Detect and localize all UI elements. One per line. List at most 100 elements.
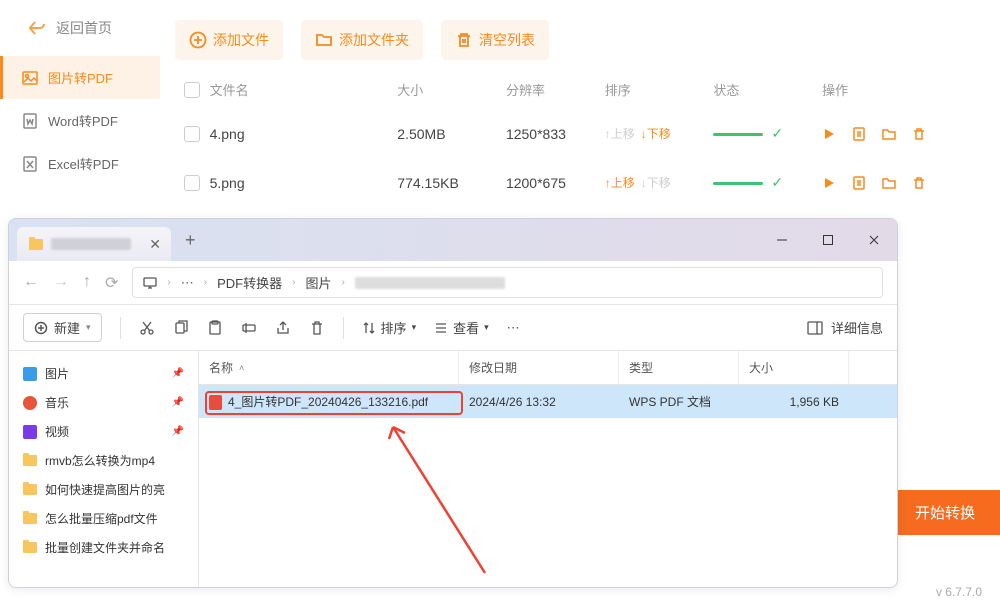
start-convert-button[interactable]: 开始转换 bbox=[890, 490, 1000, 535]
sidebar-folder[interactable]: rmvb怎么转换为mp4 bbox=[19, 446, 188, 475]
image-icon bbox=[22, 70, 38, 86]
col-ops: 操作 bbox=[822, 80, 990, 99]
folder-icon[interactable] bbox=[882, 127, 896, 141]
add-folder-button[interactable]: 添加文件夹 bbox=[301, 20, 423, 60]
row-checkbox[interactable] bbox=[184, 126, 200, 142]
breadcrumb-dots[interactable]: ⋯ bbox=[181, 275, 194, 291]
explorer-tab[interactable]: ✕ bbox=[17, 227, 171, 261]
play-icon[interactable] bbox=[822, 127, 836, 141]
sidebar-pictures[interactable]: 图片📌 bbox=[19, 359, 188, 388]
document-icon[interactable] bbox=[852, 176, 866, 190]
explorer-address-bar: ← → ↑ ⟳ › ⋯ › PDF转换器 › 图片 › bbox=[9, 261, 897, 305]
col-status: 状态 bbox=[713, 80, 822, 99]
pin-icon: 📌 bbox=[172, 397, 184, 408]
details-pane-icon[interactable] bbox=[807, 321, 823, 335]
nav-label: 图片转PDF bbox=[48, 68, 113, 87]
col-date[interactable]: 修改日期 bbox=[459, 351, 619, 384]
nav-back-icon[interactable]: ← bbox=[23, 273, 39, 293]
play-icon[interactable] bbox=[822, 176, 836, 190]
explorer-titlebar[interactable]: ✕ + bbox=[9, 219, 897, 261]
add-folder-label: 添加文件夹 bbox=[339, 30, 409, 50]
explorer-file-list: 名称˄ 修改日期 类型 大小 4_图片转PDF_20240426_133216.… bbox=[199, 351, 897, 587]
delete-icon[interactable] bbox=[912, 176, 926, 190]
folder-icon bbox=[29, 239, 43, 250]
breadcrumb-item[interactable]: 图片 bbox=[305, 273, 331, 292]
copy-icon[interactable] bbox=[173, 320, 189, 336]
cell-status: ✓ bbox=[713, 125, 822, 142]
sidebar-folder[interactable]: 如何快速提高图片的亮 bbox=[19, 475, 188, 504]
nav-forward-icon[interactable]: → bbox=[53, 273, 69, 293]
cell-resolution: 1200*675 bbox=[506, 175, 605, 191]
move-up-button[interactable]: ↑上移 bbox=[605, 174, 635, 191]
close-tab-icon[interactable]: ✕ bbox=[149, 236, 161, 253]
sidebar-folder[interactable]: 批量创建文件夹并命名 bbox=[19, 533, 188, 562]
delete-icon[interactable] bbox=[309, 320, 325, 336]
nav-up-icon[interactable]: ↑ bbox=[83, 273, 91, 293]
pdf-icon bbox=[209, 395, 222, 410]
new-tab-button[interactable]: + bbox=[185, 230, 196, 251]
col-name[interactable]: 名称˄ bbox=[199, 351, 459, 384]
explorer-sidebar: 图片📌 音乐📌 视频📌 rmvb怎么转换为mp4 如何快速提高图片的亮 怎么批量… bbox=[9, 351, 199, 587]
breadcrumb-path[interactable]: › ⋯ › PDF转换器 › 图片 › bbox=[132, 267, 883, 298]
file-date-cell: 2024/4/26 13:32 bbox=[459, 387, 619, 417]
file-explorer-window: ✕ + ← → ↑ ⟳ › ⋯ › PDF转换器 › 图片 › bbox=[8, 218, 898, 588]
nav-excel-to-pdf[interactable]: Excel转PDF bbox=[0, 142, 160, 185]
sidebar-folder[interactable]: 怎么批量压缩pdf文件 bbox=[19, 504, 188, 533]
monitor-icon bbox=[143, 276, 157, 290]
move-down-button[interactable]: ↓下移 bbox=[641, 125, 671, 142]
plus-circle-icon bbox=[189, 31, 207, 49]
rename-icon[interactable] bbox=[241, 320, 257, 336]
select-all-checkbox[interactable] bbox=[184, 82, 200, 98]
tab-title-blur bbox=[51, 238, 131, 250]
row-checkbox[interactable] bbox=[184, 175, 200, 191]
col-resolution[interactable]: 分辨率 bbox=[506, 80, 605, 99]
table-header: 文件名 大小 分辨率 排序 状态 操作 bbox=[175, 70, 990, 109]
add-file-label: 添加文件 bbox=[213, 30, 269, 50]
maximize-button[interactable] bbox=[805, 219, 851, 261]
breadcrumb-item[interactable]: PDF转换器 bbox=[217, 273, 282, 292]
move-up-button[interactable]: ↑上移 bbox=[605, 125, 635, 142]
view-button[interactable]: 查看▾ bbox=[434, 318, 489, 337]
col-type[interactable]: 类型 bbox=[619, 351, 739, 384]
cut-icon[interactable] bbox=[139, 320, 155, 336]
folder-icon bbox=[23, 513, 37, 524]
move-down-button[interactable]: ↓下移 bbox=[641, 174, 671, 191]
paste-icon[interactable] bbox=[207, 320, 223, 336]
table-row[interactable]: 4.png 2.50MB 1250*833 ↑上移 ↓下移 ✓ bbox=[175, 109, 990, 158]
music-icon bbox=[23, 396, 37, 410]
delete-icon[interactable] bbox=[912, 127, 926, 141]
back-home-button[interactable]: 返回首页 bbox=[0, 0, 160, 56]
video-icon bbox=[23, 425, 37, 439]
excel-icon bbox=[22, 156, 38, 172]
col-size[interactable]: 大小 bbox=[397, 80, 506, 99]
image-icon bbox=[23, 367, 37, 381]
nav-word-to-pdf[interactable]: Word转PDF bbox=[0, 99, 160, 142]
more-button[interactable]: ⋯ bbox=[507, 320, 520, 336]
col-filename[interactable]: 文件名 bbox=[210, 80, 398, 99]
document-icon[interactable] bbox=[852, 127, 866, 141]
folder-icon[interactable] bbox=[882, 176, 896, 190]
nav-image-to-pdf[interactable]: 图片转PDF bbox=[0, 56, 160, 99]
nav-refresh-icon[interactable]: ⟳ bbox=[105, 273, 118, 293]
share-icon[interactable] bbox=[275, 320, 291, 336]
trash-icon bbox=[455, 31, 473, 49]
folder-icon bbox=[23, 484, 37, 495]
cell-resolution: 1250*833 bbox=[506, 126, 605, 142]
nav-label: Word转PDF bbox=[48, 111, 118, 130]
minimize-button[interactable] bbox=[759, 219, 805, 261]
clear-list-button[interactable]: 清空列表 bbox=[441, 20, 549, 60]
col-size[interactable]: 大小 bbox=[739, 351, 849, 384]
sidebar-music[interactable]: 音乐📌 bbox=[19, 388, 188, 417]
table-row[interactable]: 5.png 774.15KB 1200*675 ↑上移 ↓下移 ✓ bbox=[175, 158, 990, 207]
sort-button[interactable]: 排序▾ bbox=[362, 318, 417, 337]
new-button[interactable]: 新建 ▾ bbox=[23, 313, 102, 342]
check-icon: ✓ bbox=[771, 125, 783, 141]
file-row[interactable]: 4_图片转PDF_20240426_133216.pdf 2024/4/26 1… bbox=[199, 385, 897, 418]
close-button[interactable] bbox=[851, 219, 897, 261]
add-file-button[interactable]: 添加文件 bbox=[175, 20, 283, 60]
sidebar-videos[interactable]: 视频📌 bbox=[19, 417, 188, 446]
breadcrumb-blur bbox=[355, 277, 505, 289]
details-label[interactable]: 详细信息 bbox=[831, 318, 883, 337]
back-arrow-icon bbox=[28, 20, 46, 36]
file-size-cell: 1,956 KB bbox=[739, 387, 849, 417]
